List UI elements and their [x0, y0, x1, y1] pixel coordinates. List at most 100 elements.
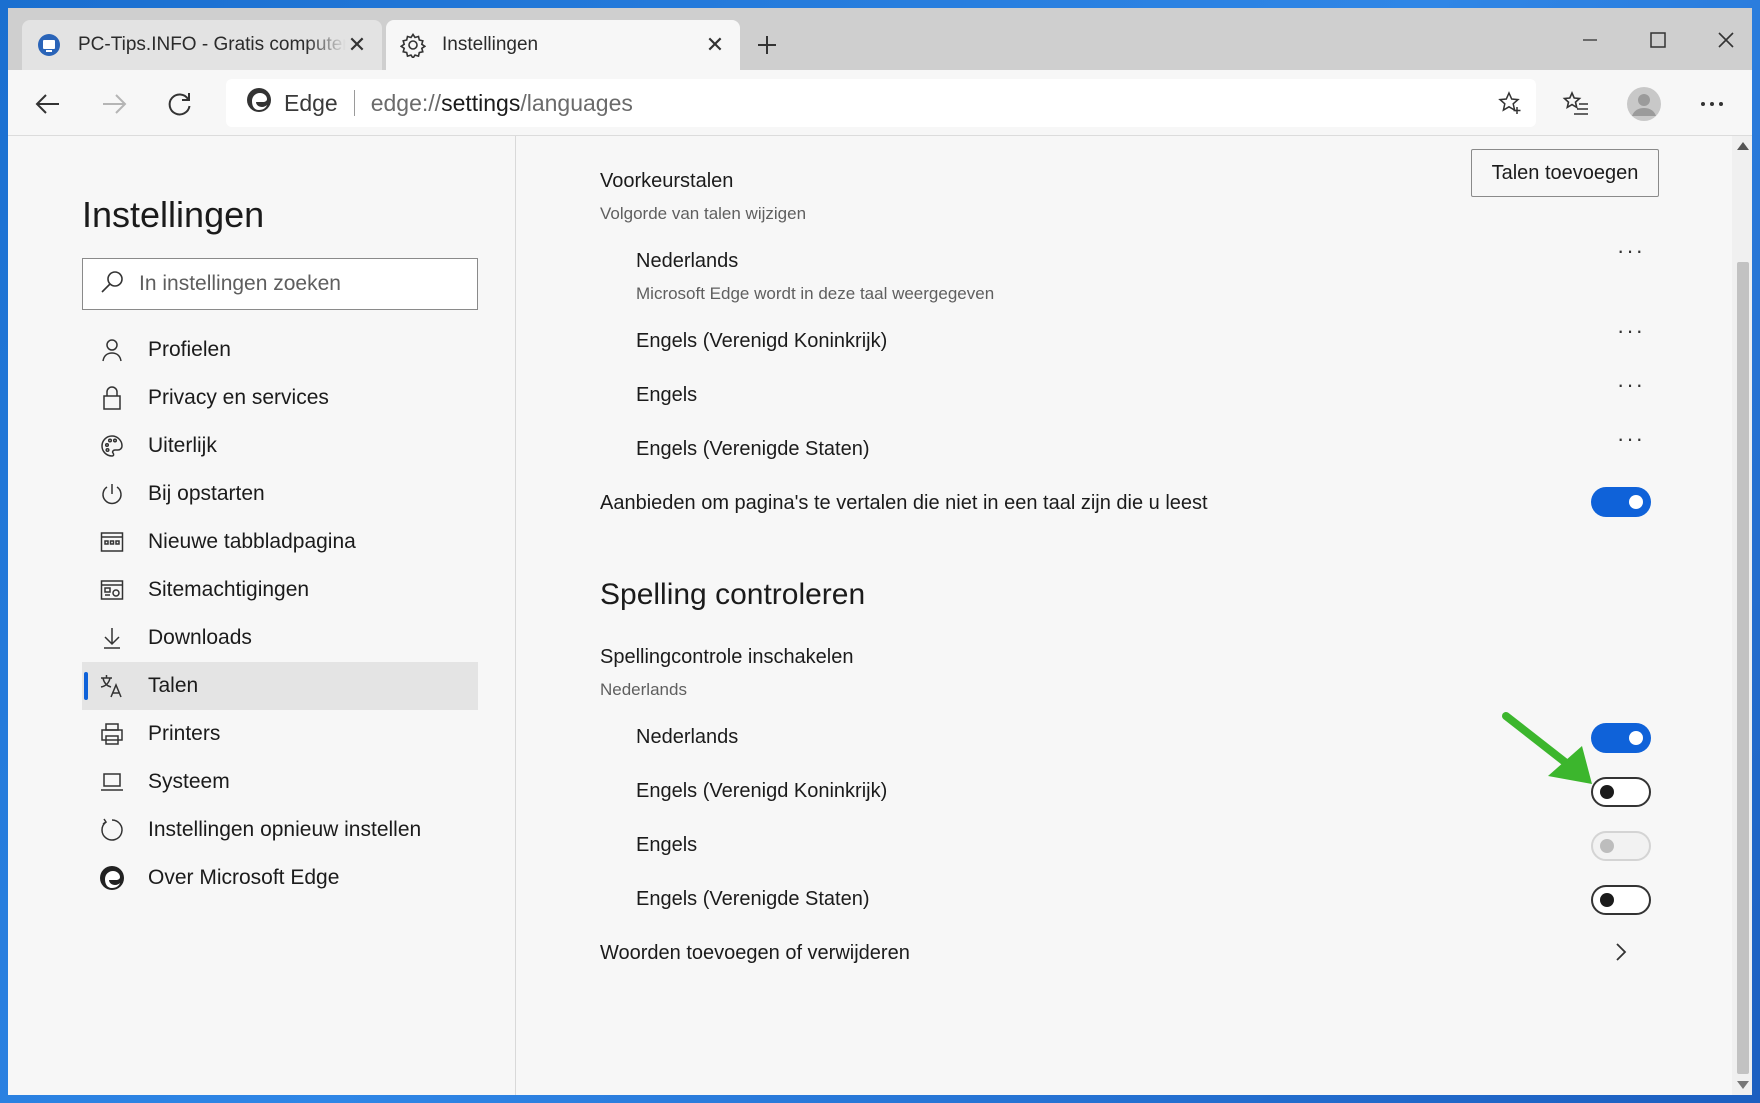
language-more-options-icon[interactable]: ··· — [1617, 426, 1645, 452]
browser-window: PC-Tips.INFO - Gratis computer tips ✕ In… — [8, 8, 1752, 1095]
close-window-button[interactable] — [1704, 20, 1748, 60]
printer-icon — [98, 720, 126, 748]
sidebar-item-label: Over Microsoft Edge — [148, 866, 340, 889]
scrollbar-thumb[interactable] — [1737, 262, 1749, 1074]
translate-offer-toggle[interactable] — [1591, 487, 1651, 517]
power-icon — [98, 480, 126, 508]
gear-icon — [400, 32, 426, 58]
sidebar-item-sitemachtigingen[interactable]: Sitemachtigingen — [82, 566, 478, 614]
sidebar-item-label: Talen — [148, 674, 199, 697]
spellcheck-language-name: Engels (Verenigde Staten) — [636, 888, 870, 910]
preferred-languages-title: Voorkeurstalen — [600, 170, 734, 192]
forward-button[interactable] — [92, 82, 136, 126]
settings-nav: Profielen Privacy en services Uiterlijk … — [82, 326, 478, 902]
url-text: edge://settings/languages — [370, 89, 633, 116]
add-remove-words-link[interactable]: Woorden toevoegen of verwijderen — [600, 942, 910, 965]
site-label: Edge — [284, 89, 338, 116]
search-input[interactable] — [139, 272, 459, 296]
scroll-up-arrow-icon[interactable] — [1737, 142, 1749, 150]
sidebar-item-talen[interactable]: Talen — [82, 662, 478, 710]
sidebar-item-label: Uiterlijk — [148, 434, 217, 457]
close-tab-icon[interactable]: ✕ — [346, 32, 368, 57]
tab-settings[interactable]: Instellingen ✕ — [386, 20, 740, 70]
sidebar-item-privacy[interactable]: Privacy en services — [82, 374, 478, 422]
preferred-language-name: Nederlands — [636, 250, 739, 272]
spellcheck-toggle-nederlands[interactable] — [1591, 723, 1651, 753]
pc-tips-favicon-icon — [36, 32, 62, 58]
sidebar-item-label: Downloads — [148, 626, 252, 649]
new-tab-button[interactable] — [750, 28, 784, 62]
search-icon — [99, 269, 125, 300]
sidebar-item-printers[interactable]: Printers — [82, 710, 478, 758]
address-separator — [353, 90, 355, 116]
spellcheck-language-name: Engels — [636, 834, 698, 856]
spellcheck-language-name: Nederlands — [636, 726, 739, 748]
settings-sidebar: Instellingen Profielen Privacy en servic… — [8, 136, 516, 1095]
scroll-down-arrow-icon[interactable] — [1737, 1081, 1749, 1089]
preferred-language-note: Microsoft Edge wordt in deze taal weerge… — [636, 284, 995, 303]
language-more-options-icon[interactable]: ··· — [1617, 372, 1645, 398]
chevron-right-icon[interactable] — [1607, 938, 1635, 966]
laptop-icon — [98, 768, 126, 796]
sidebar-item-downloads[interactable]: Downloads — [82, 614, 478, 662]
title-bar: PC-Tips.INFO - Gratis computer tips ✕ In… — [8, 8, 1752, 70]
language-icon — [98, 672, 126, 700]
tab-title: PC-Tips.INFO - Gratis computer tips — [78, 34, 346, 55]
language-more-options-icon[interactable]: ··· — [1617, 238, 1645, 264]
tab-title: Instellingen — [442, 34, 539, 55]
sidebar-item-profielen[interactable]: Profielen — [82, 326, 478, 374]
spellcheck-toggle-engels-vk[interactable] — [1591, 777, 1651, 807]
sidebar-item-systeem[interactable]: Systeem — [82, 758, 478, 806]
close-tab-icon[interactable]: ✕ — [704, 32, 726, 57]
spellcheck-toggle-engels-vs[interactable] — [1591, 885, 1651, 915]
add-languages-button[interactable]: Talen toevoegen — [1471, 149, 1659, 197]
spellcheck-enable-label: Spellingcontrole inschakelen — [600, 646, 854, 668]
minimize-button[interactable] — [1568, 20, 1612, 60]
edge-icon — [98, 864, 126, 892]
profile-avatar[interactable] — [1622, 82, 1666, 126]
edge-icon — [246, 87, 272, 119]
maximize-button[interactable] — [1636, 20, 1680, 60]
spellcheck-language-name: Engels (Verenigd Koninkrijk) — [636, 780, 888, 802]
spelling-heading: Spelling controleren — [600, 578, 866, 611]
more-menu-button[interactable] — [1690, 82, 1734, 126]
download-icon — [98, 624, 126, 652]
lock-icon — [98, 384, 126, 412]
green-arrow-annotation — [1502, 712, 1592, 784]
sidebar-item-opnieuw-instellen[interactable]: Instellingen opnieuw instellen — [82, 806, 478, 854]
sidebar-item-label: Systeem — [148, 770, 230, 793]
favorites-button[interactable] — [1554, 82, 1598, 126]
sidebar-item-label: Privacy en services — [148, 386, 329, 409]
address-bar[interactable]: Edge edge://settings/languages — [226, 79, 1536, 127]
toolbar: Edge edge://settings/languages — [8, 70, 1752, 136]
spellcheck-toggle-engels[interactable] — [1591, 831, 1651, 861]
languages-settings-panel: Voorkeurstalen Volgorde van talen wijzig… — [517, 136, 1732, 1095]
reset-icon — [98, 816, 126, 844]
sidebar-item-label: Instellingen opnieuw instellen — [148, 818, 422, 841]
sidebar-item-label: Nieuwe tabbladpagina — [148, 530, 356, 553]
settings-search-box[interactable] — [82, 258, 478, 310]
refresh-button[interactable] — [158, 82, 202, 126]
sidebar-item-label: Profielen — [148, 338, 231, 361]
sidebar-item-over-edge[interactable]: Over Microsoft Edge — [82, 854, 478, 902]
preferred-language-name: Engels (Verenigde Staten) — [636, 438, 870, 460]
sidebar-item-nieuwe-tabbladpagina[interactable]: Nieuwe tabbladpagina — [82, 518, 478, 566]
preferred-languages-subtitle: Volgorde van talen wijzigen — [600, 204, 807, 223]
sidebar-item-label: Sitemachtigingen — [148, 578, 310, 601]
add-favorite-star-icon[interactable] — [1496, 89, 1524, 117]
settings-title: Instellingen — [82, 194, 265, 235]
sidebar-item-opstarten[interactable]: Bij opstarten — [82, 470, 478, 518]
spellcheck-enable-sub: Nederlands — [600, 680, 687, 699]
newtab-icon — [98, 528, 126, 556]
page-scrollbar[interactable] — [1732, 136, 1752, 1095]
sidebar-item-uiterlijk[interactable]: Uiterlijk — [82, 422, 478, 470]
palette-icon — [98, 432, 126, 460]
preferred-language-name: Engels — [636, 384, 698, 406]
tab-pc-tips[interactable]: PC-Tips.INFO - Gratis computer tips ✕ — [22, 20, 382, 70]
site-permissions-icon — [98, 576, 126, 604]
back-button[interactable] — [26, 82, 70, 126]
preferred-language-name: Engels (Verenigd Koninkrijk) — [636, 330, 888, 352]
language-more-options-icon[interactable]: ··· — [1617, 318, 1645, 344]
translate-offer-label: Aanbieden om pagina's te vertalen die ni… — [600, 492, 1208, 514]
sidebar-item-label: Bij opstarten — [148, 482, 265, 505]
